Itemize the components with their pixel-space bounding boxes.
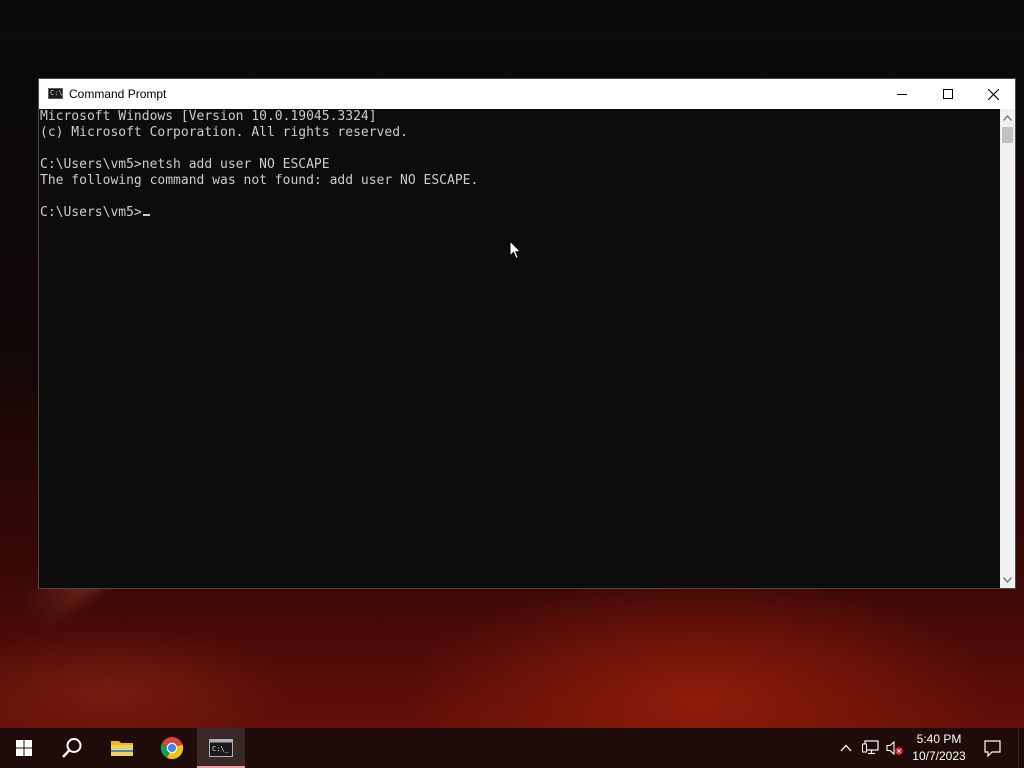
console-line: (c) Microsoft Corporation. All rights re…	[40, 125, 408, 140]
prompt-line[interactable]: C:\Users\vm5>	[40, 205, 150, 221]
svg-text:C:\_: C:\_	[212, 745, 230, 753]
prompt-text: C:\Users\vm5>	[40, 205, 142, 220]
command-prompt-taskbar-button[interactable]: C:\_	[197, 728, 245, 768]
search-button[interactable]	[48, 728, 96, 768]
show-hidden-icons-button[interactable]	[836, 728, 856, 768]
chrome-icon	[160, 737, 184, 760]
close-icon	[987, 88, 999, 100]
title-bar[interactable]: C:\ Command Prompt	[39, 79, 1015, 109]
close-button[interactable]	[970, 79, 1016, 109]
scroll-up-button[interactable]	[1000, 109, 1015, 126]
chrome-button[interactable]	[148, 728, 196, 768]
clock-time: 5:40 PM	[916, 732, 962, 746]
console-output[interactable]: Microsoft Windows [Version 10.0.19045.33…	[39, 109, 1000, 588]
mouse-pointer-icon	[509, 240, 522, 260]
file-explorer-button[interactable]	[98, 728, 146, 768]
taskbar-clock[interactable]: 5:40 PM 10/7/2023	[910, 731, 968, 765]
notification-icon	[983, 739, 1001, 757]
console-line: C:\Users\vm5>netsh add user NO ESCAPE	[40, 157, 330, 172]
chevron-up-icon	[840, 744, 852, 752]
show-desktop-button[interactable]	[1018, 728, 1024, 768]
action-center-button[interactable]	[978, 728, 1006, 768]
start-button[interactable]	[0, 728, 48, 768]
volume-muted-icon	[886, 740, 903, 756]
scroll-down-button[interactable]	[1000, 571, 1015, 588]
vertical-scrollbar[interactable]	[1000, 109, 1015, 588]
volume-tray-button[interactable]	[884, 728, 906, 768]
cmd-icon: C:\_	[209, 739, 233, 757]
search-icon	[62, 738, 82, 758]
clock-date: 10/7/2023	[912, 749, 966, 763]
taskbar: C:\_ 5:40 PM 10/7/2023	[0, 728, 1024, 768]
window-title: Command Prompt	[69, 87, 167, 101]
network-tray-button[interactable]	[860, 728, 882, 768]
minimize-button[interactable]	[879, 79, 925, 109]
minimize-icon	[897, 94, 907, 95]
chevron-down-icon	[1003, 576, 1012, 583]
windows-logo-icon	[16, 740, 32, 756]
text-cursor	[142, 214, 150, 216]
maximize-icon	[943, 89, 953, 99]
command-prompt-window[interactable]: C:\ Command Prompt Microsoft Windows [Ve…	[38, 78, 1016, 589]
maximize-button[interactable]	[925, 79, 971, 109]
console-line: Microsoft Windows [Version 10.0.19045.33…	[40, 109, 377, 124]
network-icon	[862, 740, 879, 755]
chevron-up-icon	[1003, 114, 1012, 121]
scroll-thumb[interactable]	[1002, 127, 1013, 143]
folder-icon	[111, 741, 133, 756]
cmd-app-icon: C:\	[48, 88, 63, 99]
console-line: The following command was not found: add…	[40, 173, 479, 188]
